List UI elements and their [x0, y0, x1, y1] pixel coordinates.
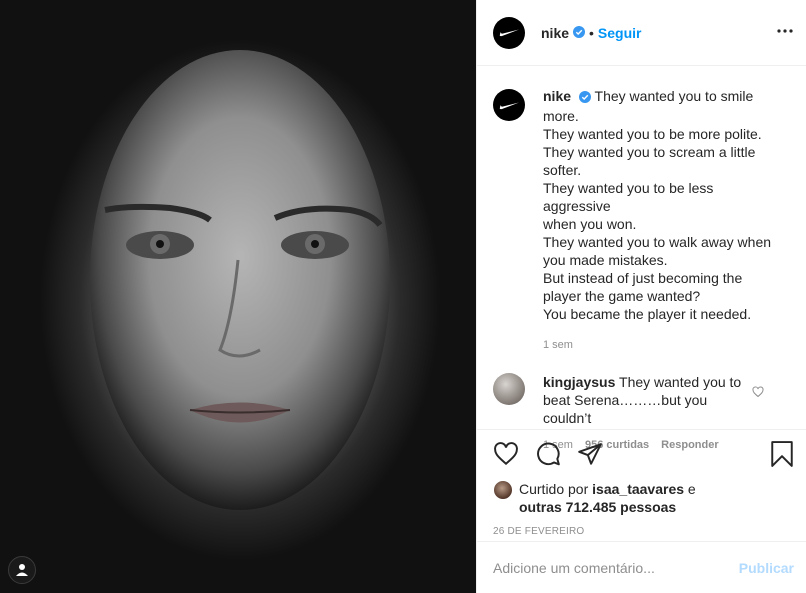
- comment-username[interactable]: kingjaysus: [543, 374, 615, 390]
- comment-line: beat Serena………but you couldn’t: [543, 392, 708, 426]
- heart-icon: [752, 386, 764, 398]
- likes-summary: Curtido por isaa_taavares e outras 712.4…: [493, 480, 790, 516]
- caption-line: You became the player it needed.: [543, 306, 752, 322]
- heart-icon: [494, 441, 518, 465]
- portrait-image: [90, 50, 390, 510]
- comment-input[interactable]: [493, 559, 739, 576]
- comment-like-button[interactable]: [752, 385, 764, 401]
- comment-line: They wanted you to: [619, 374, 742, 390]
- post-photo[interactable]: [0, 0, 476, 593]
- caption-line: you made mistakes.: [543, 252, 668, 268]
- separator-dot: •: [589, 24, 594, 41]
- likes-prefix: Curtido por: [519, 481, 589, 497]
- likes-others-link[interactable]: outras 712.485 pessoas: [519, 499, 676, 515]
- nike-swoosh-icon: [499, 29, 519, 37]
- caption-username[interactable]: nike: [543, 88, 571, 104]
- follow-button[interactable]: Seguir: [598, 25, 642, 41]
- caption-line: They wanted you to smile: [594, 88, 754, 104]
- publish-button[interactable]: Publicar: [739, 560, 794, 576]
- liker-avatar[interactable]: [493, 480, 513, 500]
- caption-line: They wanted you to scream a little: [543, 144, 756, 160]
- likes-text: Curtido por isaa_taavares e outras 712.4…: [519, 480, 696, 516]
- verified-icon: [573, 25, 586, 41]
- caption-line: player the game wanted?: [543, 288, 701, 304]
- liker-username[interactable]: isaa_taavares: [592, 481, 684, 497]
- caption-line: They wanted you to be less aggressive: [543, 180, 714, 214]
- more-icon: [777, 29, 793, 33]
- share-icon: [578, 442, 602, 465]
- user-tag-button[interactable]: [8, 556, 36, 584]
- comment-button[interactable]: [535, 441, 561, 470]
- username-link[interactable]: nike: [541, 25, 569, 41]
- add-comment-bar: Publicar: [477, 541, 806, 593]
- caption: nike They wanted you to smile more. They…: [493, 87, 790, 323]
- caption-line: They wanted you to be more polite.: [543, 126, 762, 142]
- comment-text: kingjaysus They wanted you to beat Seren…: [543, 373, 753, 427]
- post-panel: nike • Seguir nike They wanted you to sm…: [476, 0, 806, 593]
- post-date[interactable]: 26 DE FEVEREIRO: [493, 526, 790, 537]
- caption-text: nike They wanted you to smile more. They…: [543, 87, 771, 323]
- like-button[interactable]: [493, 441, 519, 470]
- caption-line: more.: [543, 108, 579, 124]
- save-button[interactable]: [770, 440, 794, 470]
- likes-joiner: e: [687, 481, 696, 497]
- comment-icon: [537, 442, 560, 465]
- verified-icon: [578, 89, 591, 107]
- comments-section: nike They wanted you to smile more. They…: [477, 67, 806, 451]
- nike-swoosh-icon: [499, 102, 519, 109]
- caption-line: But instead of just becoming the: [543, 270, 743, 286]
- share-button[interactable]: [577, 441, 603, 470]
- caption-line: softer.: [543, 162, 582, 178]
- action-bar: [493, 440, 793, 470]
- avatar[interactable]: [493, 89, 525, 121]
- bookmark-icon: [771, 440, 793, 467]
- caption-line: when you won.: [543, 216, 637, 232]
- comment-item: kingjaysus They wanted you to beat Seren…: [493, 373, 790, 427]
- post-header: nike • Seguir: [477, 0, 806, 66]
- caption-timestamp[interactable]: 1 sem: [543, 339, 790, 351]
- caption-line: They wanted you to walk away when: [543, 234, 772, 250]
- commenter-avatar[interactable]: [493, 373, 525, 405]
- user-tag-icon: [16, 564, 28, 576]
- post-actions: Curtido por isaa_taavares e outras 712.4…: [477, 429, 806, 539]
- more-options-button[interactable]: [776, 22, 794, 43]
- avatar[interactable]: [493, 16, 525, 49]
